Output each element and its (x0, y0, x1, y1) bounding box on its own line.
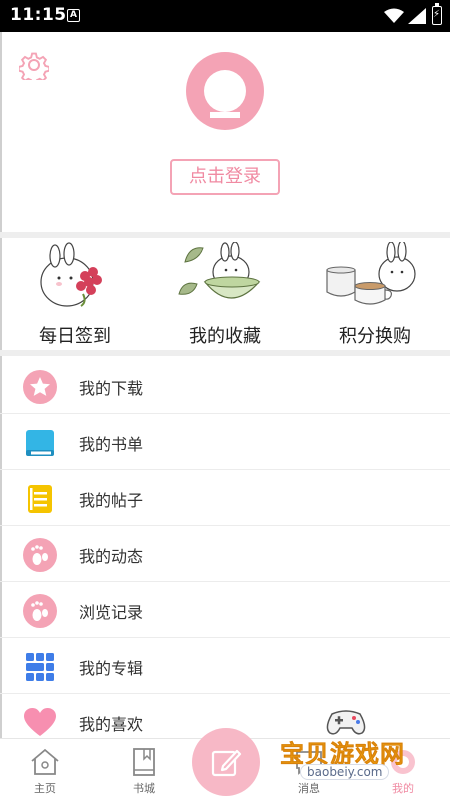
quick-action-label: 积分换购 (339, 326, 411, 347)
menu-item-activity[interactable]: 我的动态 (0, 526, 450, 582)
watermark-logo: 宝贝游戏网 baobeiy.com (274, 706, 444, 796)
bunny-with-flowers-illustration (40, 242, 102, 307)
login-button[interactable]: 点击登录 (170, 159, 280, 195)
menu-item-label: 我的下载 (79, 379, 144, 398)
menu-item-booklists[interactable]: 我的书单 (0, 414, 450, 470)
menu-item-posts[interactable]: 我的帖子 (0, 470, 450, 526)
watermark-url: baobeiy.com (300, 764, 390, 780)
avatar-ring-gap (210, 112, 240, 118)
avatar-ring-center (204, 70, 246, 112)
tab-bookstore[interactable]: 书城 (99, 739, 189, 800)
status-bar: 11:15 A ⚡ (0, 0, 450, 32)
menu-item-history[interactable]: 浏览记录 (0, 582, 450, 638)
notification-a-icon: A (67, 9, 80, 22)
bunny-with-teacups-illustration (326, 242, 416, 305)
footprint-icon (23, 594, 57, 628)
quick-action-label: 每日签到 (39, 326, 111, 347)
status-time: 11:15 (10, 5, 67, 25)
footprint-icon (23, 538, 57, 572)
gamepad-icon (326, 710, 366, 735)
section-divider (0, 232, 450, 238)
bunny-in-tea-bowl-illustration (178, 242, 261, 299)
bookmark-book-icon (133, 748, 155, 776)
tab-label: 书城 (133, 782, 155, 795)
menu-item-label: 我的专辑 (79, 659, 144, 678)
grid-icon (26, 653, 54, 681)
quick-action-daily-checkin[interactable]: 每日签到 (0, 240, 150, 347)
menu-item-downloads[interactable]: 我的下载 (0, 358, 450, 414)
tab-label: 主页 (34, 782, 56, 795)
settings-gear-icon[interactable] (19, 50, 49, 80)
home-icon (31, 748, 59, 775)
menu-item-albums[interactable]: 我的专辑 (0, 638, 450, 694)
quick-action-favorites[interactable]: 我的收藏 (150, 240, 300, 347)
menu-item-label: 我的动态 (79, 547, 144, 566)
menu-item-label: 我的书单 (79, 435, 144, 454)
wifi-icon (384, 8, 404, 23)
battery-icon: ⚡ (432, 3, 442, 25)
signal-icon (408, 8, 426, 24)
heart-icon (24, 708, 56, 736)
quick-action-label: 我的收藏 (189, 326, 261, 347)
edit-pencil-icon (211, 749, 242, 777)
menu-item-label: 浏览记录 (79, 603, 144, 622)
section-divider (0, 350, 450, 356)
star-icon (23, 370, 57, 404)
menu-item-label: 我的帖子 (79, 491, 144, 510)
tab-home[interactable]: 主页 (0, 739, 90, 800)
note-icon (28, 485, 52, 513)
avatar[interactable] (186, 52, 264, 130)
menu-item-label: 我的喜欢 (79, 715, 144, 734)
quick-action-points-exchange[interactable]: 积分换购 (300, 240, 450, 347)
compose-button[interactable] (192, 728, 260, 796)
book-icon (26, 430, 54, 456)
